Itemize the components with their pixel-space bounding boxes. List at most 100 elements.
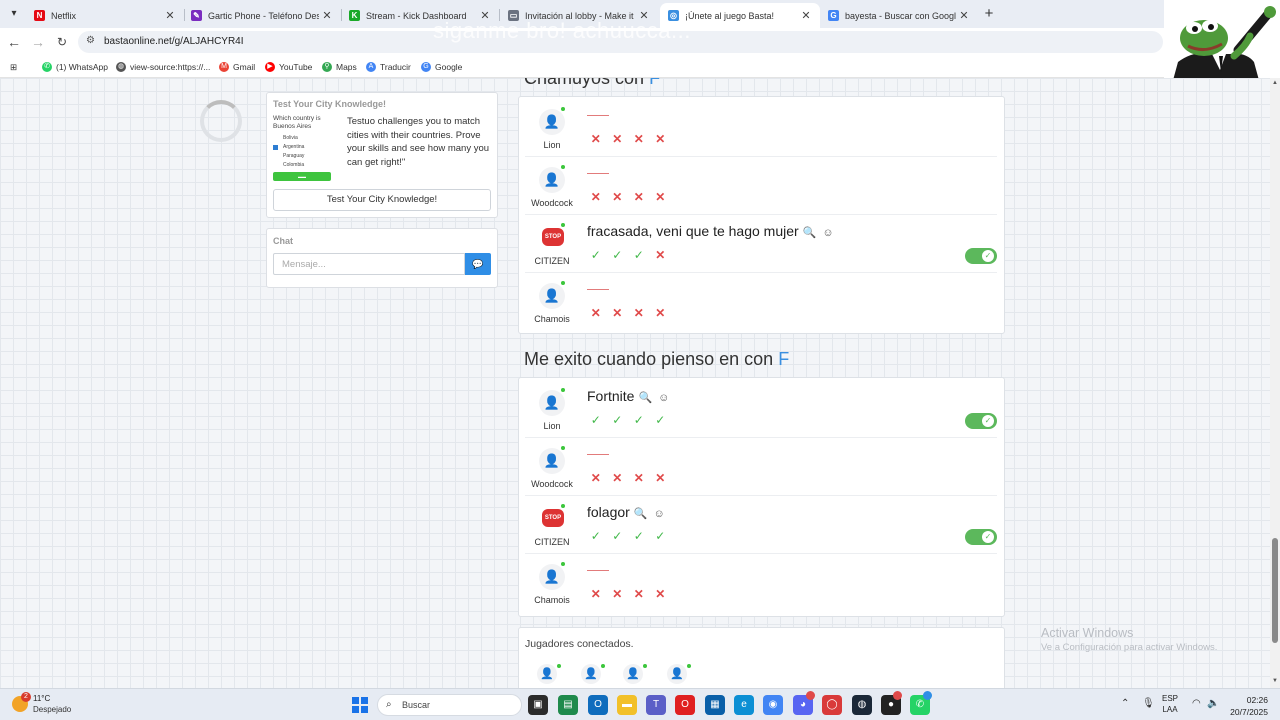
approve-toggle[interactable]: ✓ <box>965 248 997 264</box>
user-avatar-icon[interactable]: 👤 <box>539 167 565 193</box>
stop-sign-avatar-icon[interactable]: STOP <box>542 228 564 246</box>
task-view-icon[interactable]: ▣ <box>528 695 548 715</box>
approve-toggle[interactable]: ✓ <box>965 529 997 545</box>
close-tab-icon[interactable]: ✕ <box>956 9 972 22</box>
check-icon: ✓ <box>982 415 994 427</box>
vote-cross-icon: ✕ <box>590 471 601 485</box>
volume-icon[interactable]: 🔈 <box>1207 698 1219 709</box>
loading-spinner <box>200 100 242 142</box>
widget-preview-question: Which country is Buenos Aires <box>273 115 321 130</box>
opera-icon[interactable]: ◯ <box>822 695 842 715</box>
language-indicator[interactable]: ESP LAA <box>1162 693 1178 715</box>
close-tab-icon[interactable]: ✕ <box>162 9 178 22</box>
search-answer-icon[interactable]: 🔍 <box>638 392 652 404</box>
emoji-react-icon[interactable]: ☺ <box>658 392 669 404</box>
bookmark-item[interactable]: G Google <box>421 60 462 74</box>
opera-gx-icon[interactable]: O <box>675 695 695 715</box>
stop-sign-avatar-icon[interactable]: STOP <box>542 509 564 527</box>
back-arrow-icon[interactable]: ← <box>5 33 23 51</box>
reload-icon[interactable]: ↻ <box>53 33 71 51</box>
search-answer-icon[interactable]: 🔍 <box>634 508 648 520</box>
page-scrollbar[interactable]: ▲ ▼ <box>1270 78 1280 688</box>
emoji-react-icon[interactable]: ☺ <box>654 508 665 520</box>
file-explorer-icon[interactable]: ▬ <box>617 695 637 715</box>
activate-windows-watermark: Activar Windows Ve a Configuración para … <box>1041 626 1217 653</box>
language-code: ESP <box>1162 694 1179 703</box>
weather-temperature[interactable]: 11°C <box>33 694 50 703</box>
outlook-icon[interactable]: O <box>588 695 608 715</box>
bookmark-item[interactable]: ⚲ Maps <box>322 60 357 74</box>
show-hidden-icons-chevron-icon[interactable]: ⌃ <box>1121 698 1129 709</box>
vote-check-icon: ✓ <box>633 413 644 427</box>
test-city-knowledge-button[interactable]: Test Your City Knowledge! <box>273 189 491 211</box>
vote-marks: ✕ ✕ ✕ ✕ <box>585 132 671 146</box>
windows-start-icon[interactable] <box>352 697 368 713</box>
answer-row: 👤 Lion Fortnite 🔍 ☺ ✓ ✓ ✓ ✓ ✓ <box>525 380 997 438</box>
emoji-react-icon[interactable]: ☺ <box>822 227 833 239</box>
vote-check-icon: ✓ <box>612 248 623 262</box>
steam-icon[interactable]: ◍ <box>852 695 872 715</box>
scroll-up-arrow-icon[interactable]: ▲ <box>1271 80 1279 86</box>
bookmark-item[interactable]: M Gmail <box>219 60 255 74</box>
send-message-button[interactable]: 💬 <box>465 253 491 275</box>
bookmark-item[interactable]: ▶ YouTube <box>265 60 312 74</box>
tab-search-chevron-icon[interactable]: ▾ <box>4 4 24 24</box>
weather-description[interactable]: Despejado <box>33 705 71 714</box>
taskbar-search-box[interactable]: ⌕ Buscar <box>377 694 522 716</box>
empty-answer-dash <box>587 115 609 116</box>
gmail-icon: M <box>219 62 229 72</box>
user-avatar-icon[interactable]: 👤 <box>539 448 565 474</box>
site-info-icon[interactable]: ⚙ <box>86 35 95 46</box>
browser-tab[interactable]: N Netflix ✕ <box>26 3 184 28</box>
answer-text: Fortnite <box>587 388 635 404</box>
chrome-icon[interactable]: ◉ <box>763 695 783 715</box>
empty-answer-dash <box>587 173 609 174</box>
widget-preview-button: ▬▬ <box>273 172 331 181</box>
vote-cross-icon: ✕ <box>590 587 601 601</box>
player-name: CITIZEN <box>534 537 570 547</box>
store-icon[interactable]: ▦ <box>705 695 725 715</box>
user-avatar-icon[interactable]: 👤 <box>539 390 565 416</box>
scroll-down-arrow-icon[interactable]: ▼ <box>1271 678 1279 684</box>
online-indicator <box>687 664 691 668</box>
forward-arrow-icon[interactable]: → <box>29 33 47 51</box>
vote-cross-icon: ✕ <box>590 132 601 146</box>
taskbar-clock[interactable]: 02:26 20/7/2025 <box>1226 694 1268 718</box>
vote-check-icon: ✓ <box>590 248 601 262</box>
chat-message-input[interactable]: Mensaje... <box>273 253 465 275</box>
tab-title: bayesta - Buscar con Google <box>845 10 956 21</box>
player-avatar-icon[interactable]: 👤 <box>537 664 557 684</box>
player-avatar-icon[interactable]: 👤 <box>667 664 687 684</box>
new-tab-button[interactable]: + <box>980 5 998 23</box>
microphone-icon[interactable]: 🎙 <box>1142 698 1155 709</box>
widget-preview-image[interactable]: Which country is Buenos Aires Bolivia Ar… <box>273 115 335 181</box>
scrollbar-thumb[interactable] <box>1272 538 1278 643</box>
bookmark-item[interactable]: ◍ view-source:https://... <box>116 60 210 74</box>
teams-icon[interactable]: T <box>646 695 666 715</box>
bookmark-label: Maps <box>336 62 357 72</box>
user-avatar-icon[interactable]: 👤 <box>539 564 565 590</box>
player-avatar-icon[interactable]: 👤 <box>581 664 601 684</box>
browser-tab[interactable]: Gbayesta - Buscar con Google ✕ <box>820 3 978 28</box>
bookmark-item[interactable]: A Traducir <box>366 60 411 74</box>
edge-icon[interactable]: e <box>734 695 754 715</box>
close-tab-icon[interactable]: ✕ <box>319 9 335 22</box>
browser-tab[interactable]: ✎ Gartic Phone - Teléfono Descor✕ <box>183 3 341 28</box>
search-answer-icon[interactable]: 🔍 <box>803 227 817 239</box>
vote-check-icon: ✓ <box>655 413 666 427</box>
approve-toggle[interactable]: ✓ <box>965 413 997 429</box>
apps-grid-icon[interactable]: ⊞ <box>10 60 17 74</box>
bookmark-item[interactable]: ✆ (1) WhatsApp <box>42 60 108 74</box>
player-avatar-icon[interactable]: 👤 <box>623 664 643 684</box>
close-tab-icon[interactable]: ✕ <box>798 9 814 22</box>
category-letter: F <box>778 349 790 369</box>
widget-preview-option: Paraguay <box>283 153 305 159</box>
category-title: Me exito cuando pienso en con F <box>524 349 789 370</box>
answer-row: 👤 Lion ✕ ✕ ✕ ✕ <box>525 99 997 157</box>
user-avatar-icon[interactable]: 👤 <box>539 109 565 135</box>
vote-marks: ✕ ✕ ✕ ✕ <box>585 190 671 204</box>
answer-row: STOP CITIZEN folagor 🔍 ☺ ✓ ✓ ✓ ✓ ✓ <box>525 496 997 554</box>
terminal-icon[interactable]: ▤ <box>558 695 578 715</box>
wifi-icon[interactable]: ◠ <box>1192 698 1201 709</box>
user-avatar-icon[interactable]: 👤 <box>539 283 565 309</box>
